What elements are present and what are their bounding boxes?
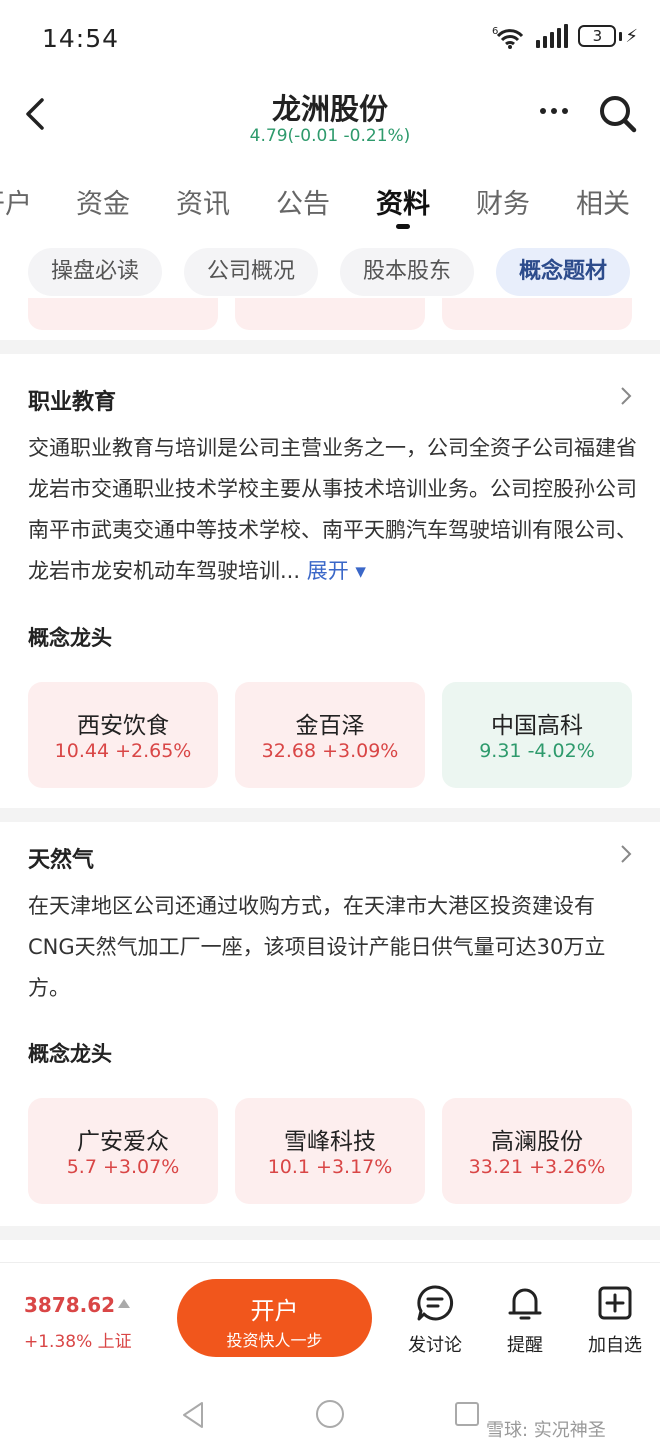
concept-description: 在天津地区公司还通过收购方式，在天津市大港区投资建设有CNG天然气加工厂一座，该… xyxy=(28,894,606,1000)
leader-quote: 9.31 -4.02% xyxy=(479,740,595,762)
nav-recent-icon[interactable] xyxy=(455,1402,479,1426)
nav-back-icon[interactable] xyxy=(178,1400,208,1430)
wifi-icon: 6 xyxy=(492,26,524,49)
chat-bubble-icon xyxy=(417,1285,454,1321)
previous-leaders-row xyxy=(0,298,660,338)
remind-button[interactable]: 提醒 xyxy=(490,1283,560,1363)
open-account-label: 开户 xyxy=(250,1297,299,1325)
concept-section: 职业教育 交通职业教育与培训是公司主营业务之一，公司全资子公司福建省龙岩市交通职… xyxy=(0,354,660,808)
status-time: 14:54 xyxy=(42,24,120,53)
system-nav-bar: 雪球: 实况神圣 xyxy=(0,1372,660,1450)
section-divider xyxy=(0,340,660,354)
discuss-button[interactable]: 发讨论 xyxy=(400,1283,470,1363)
add-watchlist-button[interactable]: 加自选 xyxy=(580,1283,650,1363)
leader-name: 雪峰科技 xyxy=(284,1129,376,1155)
chip-concepts[interactable]: 概念题材 xyxy=(496,248,630,296)
tab-open-account[interactable]: 开户 xyxy=(0,182,32,221)
more-options-icon[interactable] xyxy=(540,108,568,114)
concept-section: 天然气 在天津地区公司还通过收购方式，在天津市大港区投资建设有CNG天然气加工厂… xyxy=(0,822,660,1224)
tab-news[interactable]: 资讯 xyxy=(176,182,230,221)
remind-label: 提醒 xyxy=(507,1335,543,1356)
tab-financials[interactable]: 财务 xyxy=(476,182,530,221)
status-bar: 14:54 6 3 ⚡ xyxy=(0,0,660,76)
leader-card[interactable]: 金百泽 32.68 +3.09% xyxy=(235,682,425,788)
main-tabs: 开户 资金 资讯 公告 资料 财务 相关 xyxy=(0,176,660,234)
plus-square-icon xyxy=(598,1286,632,1320)
watermark: 雪球: 实况神圣 xyxy=(486,1420,606,1441)
battery-icon: 3 ⚡ xyxy=(578,25,638,47)
tab-funds[interactable]: 资金 xyxy=(76,182,130,221)
tab-related[interactable]: 相关 xyxy=(576,182,630,221)
stock-name: 龙洲股份 xyxy=(271,92,388,126)
leader-card[interactable]: 中国高科 9.31 -4.02% xyxy=(442,682,632,788)
discuss-label: 发讨论 xyxy=(408,1335,462,1356)
section-divider xyxy=(0,1226,660,1240)
stock-quote: 4.79(-0.01 -0.21%) xyxy=(249,126,411,146)
concept-title[interactable]: 天然气 xyxy=(28,842,94,874)
section-divider xyxy=(0,808,660,822)
leader-quote: 33.21 +3.26% xyxy=(468,1156,606,1178)
leader-quote: 5.7 +3.07% xyxy=(66,1156,180,1178)
chip-shareholders[interactable]: 股本股东 xyxy=(340,248,474,296)
stock-header: 龙洲股份 4.79(-0.01 -0.21%) xyxy=(0,78,660,162)
leader-name: 中国高科 xyxy=(491,713,583,739)
bell-icon xyxy=(508,1288,542,1320)
leader-card[interactable] xyxy=(235,298,425,330)
leader-quote: 10.1 +3.17% xyxy=(267,1156,393,1178)
tab-profile[interactable]: 资料 xyxy=(376,182,430,221)
nav-home-icon[interactable] xyxy=(316,1400,344,1428)
leaders-title: 概念龙头 xyxy=(28,626,112,650)
chevron-right-icon[interactable] xyxy=(616,384,636,408)
concept-title[interactable]: 职业教育 xyxy=(28,384,116,416)
open-account-button[interactable]: 开户 投资快人一步 xyxy=(177,1279,372,1357)
leader-card[interactable]: 广安爱众 5.7 +3.07% xyxy=(28,1098,218,1204)
add-watchlist-label: 加自选 xyxy=(588,1335,642,1356)
chip-trading-must-read[interactable]: 操盘必读 xyxy=(28,248,162,296)
tab-announcements[interactable]: 公告 xyxy=(276,182,330,221)
leader-name: 金百泽 xyxy=(295,713,365,739)
index-value[interactable]: 3878.62 xyxy=(24,1293,115,1317)
chip-company-overview[interactable]: 公司概况 xyxy=(184,248,318,296)
leader-card[interactable]: 西安饮食 10.44 +2.65% xyxy=(28,682,218,788)
leader-name: 高澜股份 xyxy=(491,1129,583,1155)
leader-name: 西安饮食 xyxy=(77,713,169,739)
active-tab-indicator xyxy=(396,224,410,229)
leader-quote: 10.44 +2.65% xyxy=(54,740,192,762)
charging-icon: ⚡ xyxy=(625,25,638,47)
leader-card[interactable] xyxy=(28,298,218,330)
leader-card[interactable]: 雪峰科技 10.1 +3.17% xyxy=(235,1098,425,1204)
sub-tabs: 操盘必读 公司概况 股本股东 概念题材 xyxy=(0,248,660,298)
search-icon[interactable] xyxy=(596,92,640,136)
bottom-action-bar: 3878.62 +1.38% 上证 开户 投资快人一步 发讨论 提醒 加自选 xyxy=(0,1262,660,1372)
open-account-sublabel: 投资快人一步 xyxy=(226,1331,323,1350)
leader-name: 广安爱众 xyxy=(77,1129,169,1155)
leader-card[interactable] xyxy=(442,298,632,330)
leaders-title: 概念龙头 xyxy=(28,1042,112,1066)
leader-card[interactable]: 高澜股份 33.21 +3.26% xyxy=(442,1098,632,1204)
triangle-up-icon xyxy=(118,1299,130,1308)
leader-quote: 32.68 +3.09% xyxy=(261,740,399,762)
index-change[interactable]: +1.38% 上证 xyxy=(24,1327,132,1352)
chevron-right-icon[interactable] xyxy=(616,842,636,866)
concept-description: 交通职业教育与培训是公司主营业务之一，公司全资子公司福建省龙岩市交通职业技术学校… xyxy=(28,436,637,583)
battery-level: 3 xyxy=(578,25,617,47)
signal-icon xyxy=(536,24,569,48)
expand-link[interactable]: 展开 ▾ xyxy=(307,559,366,583)
